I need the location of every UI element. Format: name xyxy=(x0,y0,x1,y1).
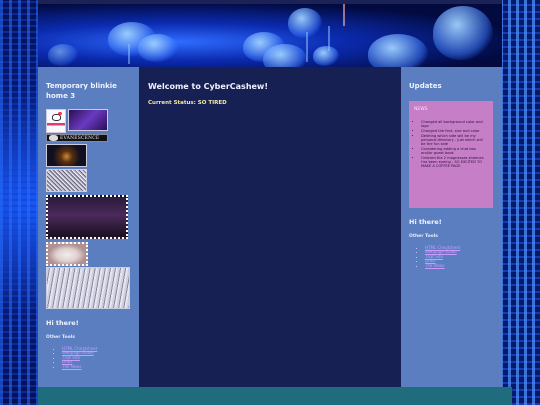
blinkie-row xyxy=(46,109,133,133)
glitter-stamp xyxy=(46,169,87,192)
hi-there-heading-right: Hi there! xyxy=(409,218,442,226)
news-title: NEWS xyxy=(414,107,428,112)
purple-blinkie xyxy=(68,109,108,131)
hi-there-heading: Hi there! xyxy=(46,319,79,327)
link-the-news[interactable]: The News xyxy=(425,263,445,268)
news-item: Ordered the 2 magnesses sheenes I've bee… xyxy=(421,156,488,169)
evanescence-blinkie: EVANESCENCE xyxy=(46,134,108,142)
binary-background-right xyxy=(500,0,540,405)
news-item: Changed the font, size and color xyxy=(421,129,488,133)
other-tools-list-right: HTML Cheatsheet Webpage Guide That Site … xyxy=(425,245,494,268)
anime-sketch-image xyxy=(46,267,130,309)
other-tools-heading: Other Tools xyxy=(46,335,75,340)
news-item: Changed all background color and logo xyxy=(421,120,488,128)
main-content: Welcome to CyberCashew! Current Status: … xyxy=(139,67,401,387)
skull-icon xyxy=(49,135,58,141)
jellyfish-banner xyxy=(38,4,502,67)
current-status: Current Status: SO TIRED xyxy=(148,100,227,106)
hello-kitty-blinkie xyxy=(46,109,66,133)
news-item: Considering adding a chat box and/or gue… xyxy=(421,147,488,155)
other-tools-heading-right: Other Tools xyxy=(409,234,438,239)
list-item: The News xyxy=(62,364,133,369)
page-title: Welcome to CyberCashew! xyxy=(148,82,268,91)
page-container: Temporary blinkie home 3 EVANESCENCE Hi … xyxy=(38,0,502,405)
other-tools-list: HTML Cheatsheet Webpage Guide That Site … xyxy=(62,346,133,369)
news-box: NEWS Changed all background color and lo… xyxy=(409,101,493,208)
footer-bar xyxy=(38,387,512,405)
news-item: Deleting which side will be my personal … xyxy=(421,134,488,147)
link-the-news[interactable]: The News xyxy=(62,364,82,369)
updates-title: Updates xyxy=(409,82,442,90)
sidebar-title: Temporary blinkie home 3 xyxy=(46,82,117,100)
ship-stamp xyxy=(46,144,87,167)
left-sidebar: Temporary blinkie home 3 EVANESCENCE Hi … xyxy=(38,67,139,387)
news-list: Changed all background color and logo Ch… xyxy=(421,120,488,168)
right-sidebar: Updates NEWS Changed all background colo… xyxy=(401,67,502,387)
list-item: The News xyxy=(425,263,494,268)
forest-stamp xyxy=(46,195,128,239)
rat-stamp xyxy=(46,242,88,266)
